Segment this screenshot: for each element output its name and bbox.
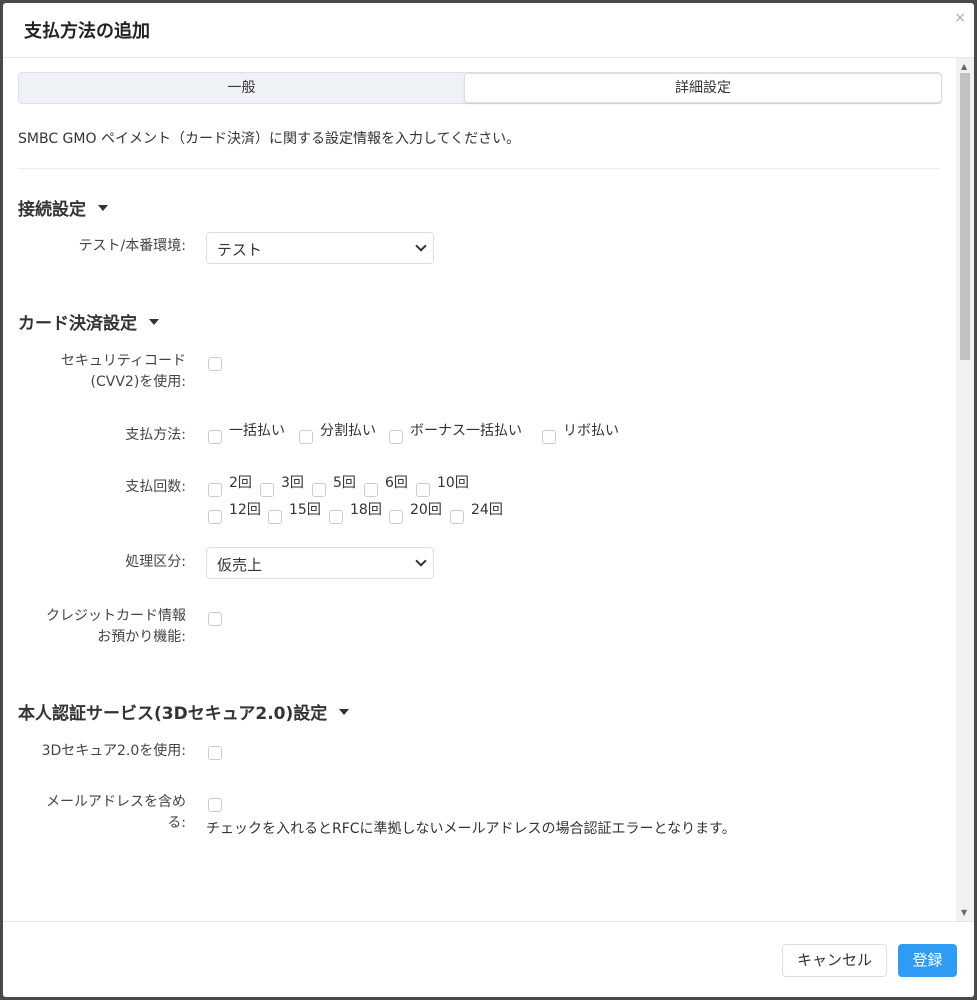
cvv-label-line1: セキュリティコード [60,353,186,369]
payment-method-label: 支払方法: [125,427,186,443]
credit-store-label: クレジットカード情報 お預かり機能: [46,606,186,648]
installment-option: 12回 [229,502,261,518]
add-payment-method-dialog: 支払方法の追加 × 一般 詳細設定 SMBC GMO ペイメント（カード決済）に… [3,3,974,997]
installment-option: 2回 [229,475,252,491]
credit-store-checkbox[interactable] [208,612,222,626]
env-select-value: テスト [217,241,263,259]
dialog-footer: キャンセル 登録 [3,921,974,997]
section-card-title: カード決済設定 [18,314,137,334]
chevron-down-icon [415,240,427,252]
env-select[interactable]: テスト [206,232,434,264]
payment-method-checkbox-installment[interactable] [299,430,313,444]
installment-checkbox[interactable] [450,510,464,524]
dialog-title: 支払方法の追加 [24,21,150,42]
dialog-header: 支払方法の追加 × [3,3,974,58]
section-auth-title: 本人認証サービス(3Dセキュア2.0)設定 [18,704,328,724]
process-select-value: 仮売上 [217,556,263,574]
caret-down-icon [149,319,159,325]
payment-method-checkbox-bonus[interactable] [389,430,403,444]
email-label-line1: メールアドレスを含め [46,794,186,810]
chevron-down-icon [415,555,427,567]
dialog-content: 一般 詳細設定 SMBC GMO ペイメント（カード決済）に関する設定情報を入力… [3,58,956,921]
tab-general[interactable]: 一般 [19,73,464,103]
scrollbar-thumb[interactable] [960,73,970,360]
process-select[interactable]: 仮売上 [206,547,434,579]
payment-method-checkbox-revolving[interactable] [542,430,556,444]
divider [18,168,940,169]
installment-checkbox[interactable] [416,483,430,497]
email-note: チェックを入れるとRFCに準拠しないメールアドレスの場合認証エラーとなります。 [206,821,736,837]
cvv-label-line2: (CVV2)を使用: [90,374,186,390]
installment-option: 5回 [333,475,356,491]
caret-down-icon [339,709,350,715]
payment-method-option: リボ払い [563,423,619,439]
cvv-label: セキュリティコード (CVV2)を使用: [61,351,186,393]
use-3ds-checkbox[interactable] [208,746,222,760]
email-checkbox[interactable] [208,798,222,812]
caret-down-icon [98,205,108,211]
section-connection-title: 接続設定 [18,200,86,220]
section-auth-header[interactable]: 本人認証サービス(3Dセキュア2.0)設定 [18,699,350,724]
installment-option: 18回 [350,502,382,518]
payment-method-checkbox-lump[interactable] [208,430,222,444]
use-3ds-label: 3Dセキュア2.0を使用: [41,743,186,759]
installment-option: 20回 [410,502,442,518]
process-label: 処理区分: [125,554,186,570]
installment-option: 6回 [385,475,408,491]
installment-checkbox[interactable] [329,510,343,524]
cvv-checkbox[interactable] [208,357,222,371]
section-connection-header[interactable]: 接続設定 [18,195,108,220]
scroll-up-icon[interactable]: ▲ [961,62,967,71]
installment-checkbox[interactable] [260,483,274,497]
submit-button[interactable]: 登録 [898,944,957,977]
installment-checkbox[interactable] [268,510,282,524]
email-label-line2: る: [167,815,186,831]
installment-checkbox[interactable] [364,483,378,497]
installments-label: 支払回数: [125,479,186,495]
payment-method-option: 分割払い [320,423,376,439]
credit-store-label-line2: お預かり機能: [97,629,186,645]
tab-detail-settings[interactable]: 詳細設定 [464,73,942,103]
email-label: メールアドレスを含め る: [46,792,186,834]
installment-option: 3回 [281,475,304,491]
vertical-scrollbar[interactable]: ▲ ▼ [956,58,974,921]
installment-checkbox[interactable] [208,510,222,524]
payment-method-option: 一括払い [229,423,285,439]
description-text: SMBC GMO ペイメント（カード決済）に関する設定情報を入力してください。 [18,131,521,147]
scroll-down-icon[interactable]: ▼ [961,908,967,917]
installment-checkbox[interactable] [208,483,222,497]
cancel-button[interactable]: キャンセル [782,944,887,977]
installment-option: 10回 [437,475,469,491]
installment-checkbox[interactable] [312,483,326,497]
credit-store-label-line1: クレジットカード情報 [46,608,186,624]
installment-option: 15回 [289,502,321,518]
installment-option: 24回 [471,502,503,518]
installment-checkbox[interactable] [389,510,403,524]
tab-bar: 一般 詳細設定 [18,72,942,104]
close-icon[interactable]: × [954,10,966,26]
env-label: テスト/本番環境: [78,238,186,254]
payment-method-option: ボーナス一括払い [410,423,522,439]
section-card-header[interactable]: カード決済設定 [18,309,159,334]
